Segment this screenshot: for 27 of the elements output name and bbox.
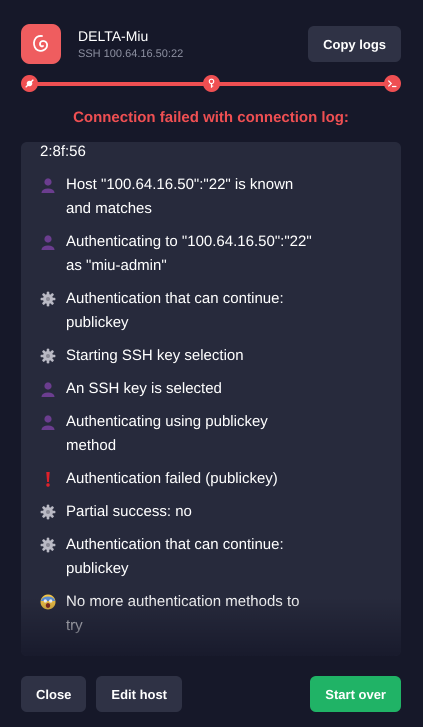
log-entry: No more authentication methods to try bbox=[66, 592, 300, 636]
log-entry: Authenticating to "100.64.16.50":"22" as "miu-admin" bbox=[66, 232, 313, 276]
error-title: Connection failed with connection log: bbox=[72, 109, 350, 126]
person-icon bbox=[40, 234, 56, 250]
gear-icon bbox=[40, 537, 56, 553]
log-entry: An SSH key is selected bbox=[66, 379, 223, 399]
person-icon bbox=[40, 381, 56, 397]
host-name: DELTA-Miu bbox=[78, 28, 150, 44]
gear-icon bbox=[40, 348, 56, 364]
person-icon bbox=[40, 177, 56, 193]
copy-logs-button[interactable]: Copy logs bbox=[308, 26, 401, 62]
log-entry: Authentication failed (publickey) bbox=[66, 469, 279, 489]
log-entry: 2:8f:56 bbox=[40, 142, 87, 162]
gear-icon bbox=[40, 291, 56, 307]
gear-icon bbox=[40, 504, 56, 520]
host-address: SSH 100.64.16.50:22 bbox=[78, 48, 184, 60]
scared-face-icon bbox=[40, 594, 56, 610]
dialog-button[interactable]: Edit host bbox=[96, 676, 182, 712]
log-entry: Authenticating using publickey method bbox=[66, 412, 269, 456]
log-entry: Authentication that can continue: publickey bbox=[66, 289, 285, 333]
log-entry: Starting SSH key selection bbox=[66, 346, 245, 366]
log-entry: Authentication that can continue: publickey bbox=[66, 535, 285, 579]
log-entry: Partial success: no bbox=[66, 502, 193, 522]
person-icon bbox=[40, 414, 56, 430]
log-entry: Host "100.64.16.50":"22" is known and matches bbox=[66, 175, 294, 219]
swirl-logo-icon bbox=[21, 24, 61, 64]
dialog-button[interactable]: Close bbox=[21, 676, 86, 712]
